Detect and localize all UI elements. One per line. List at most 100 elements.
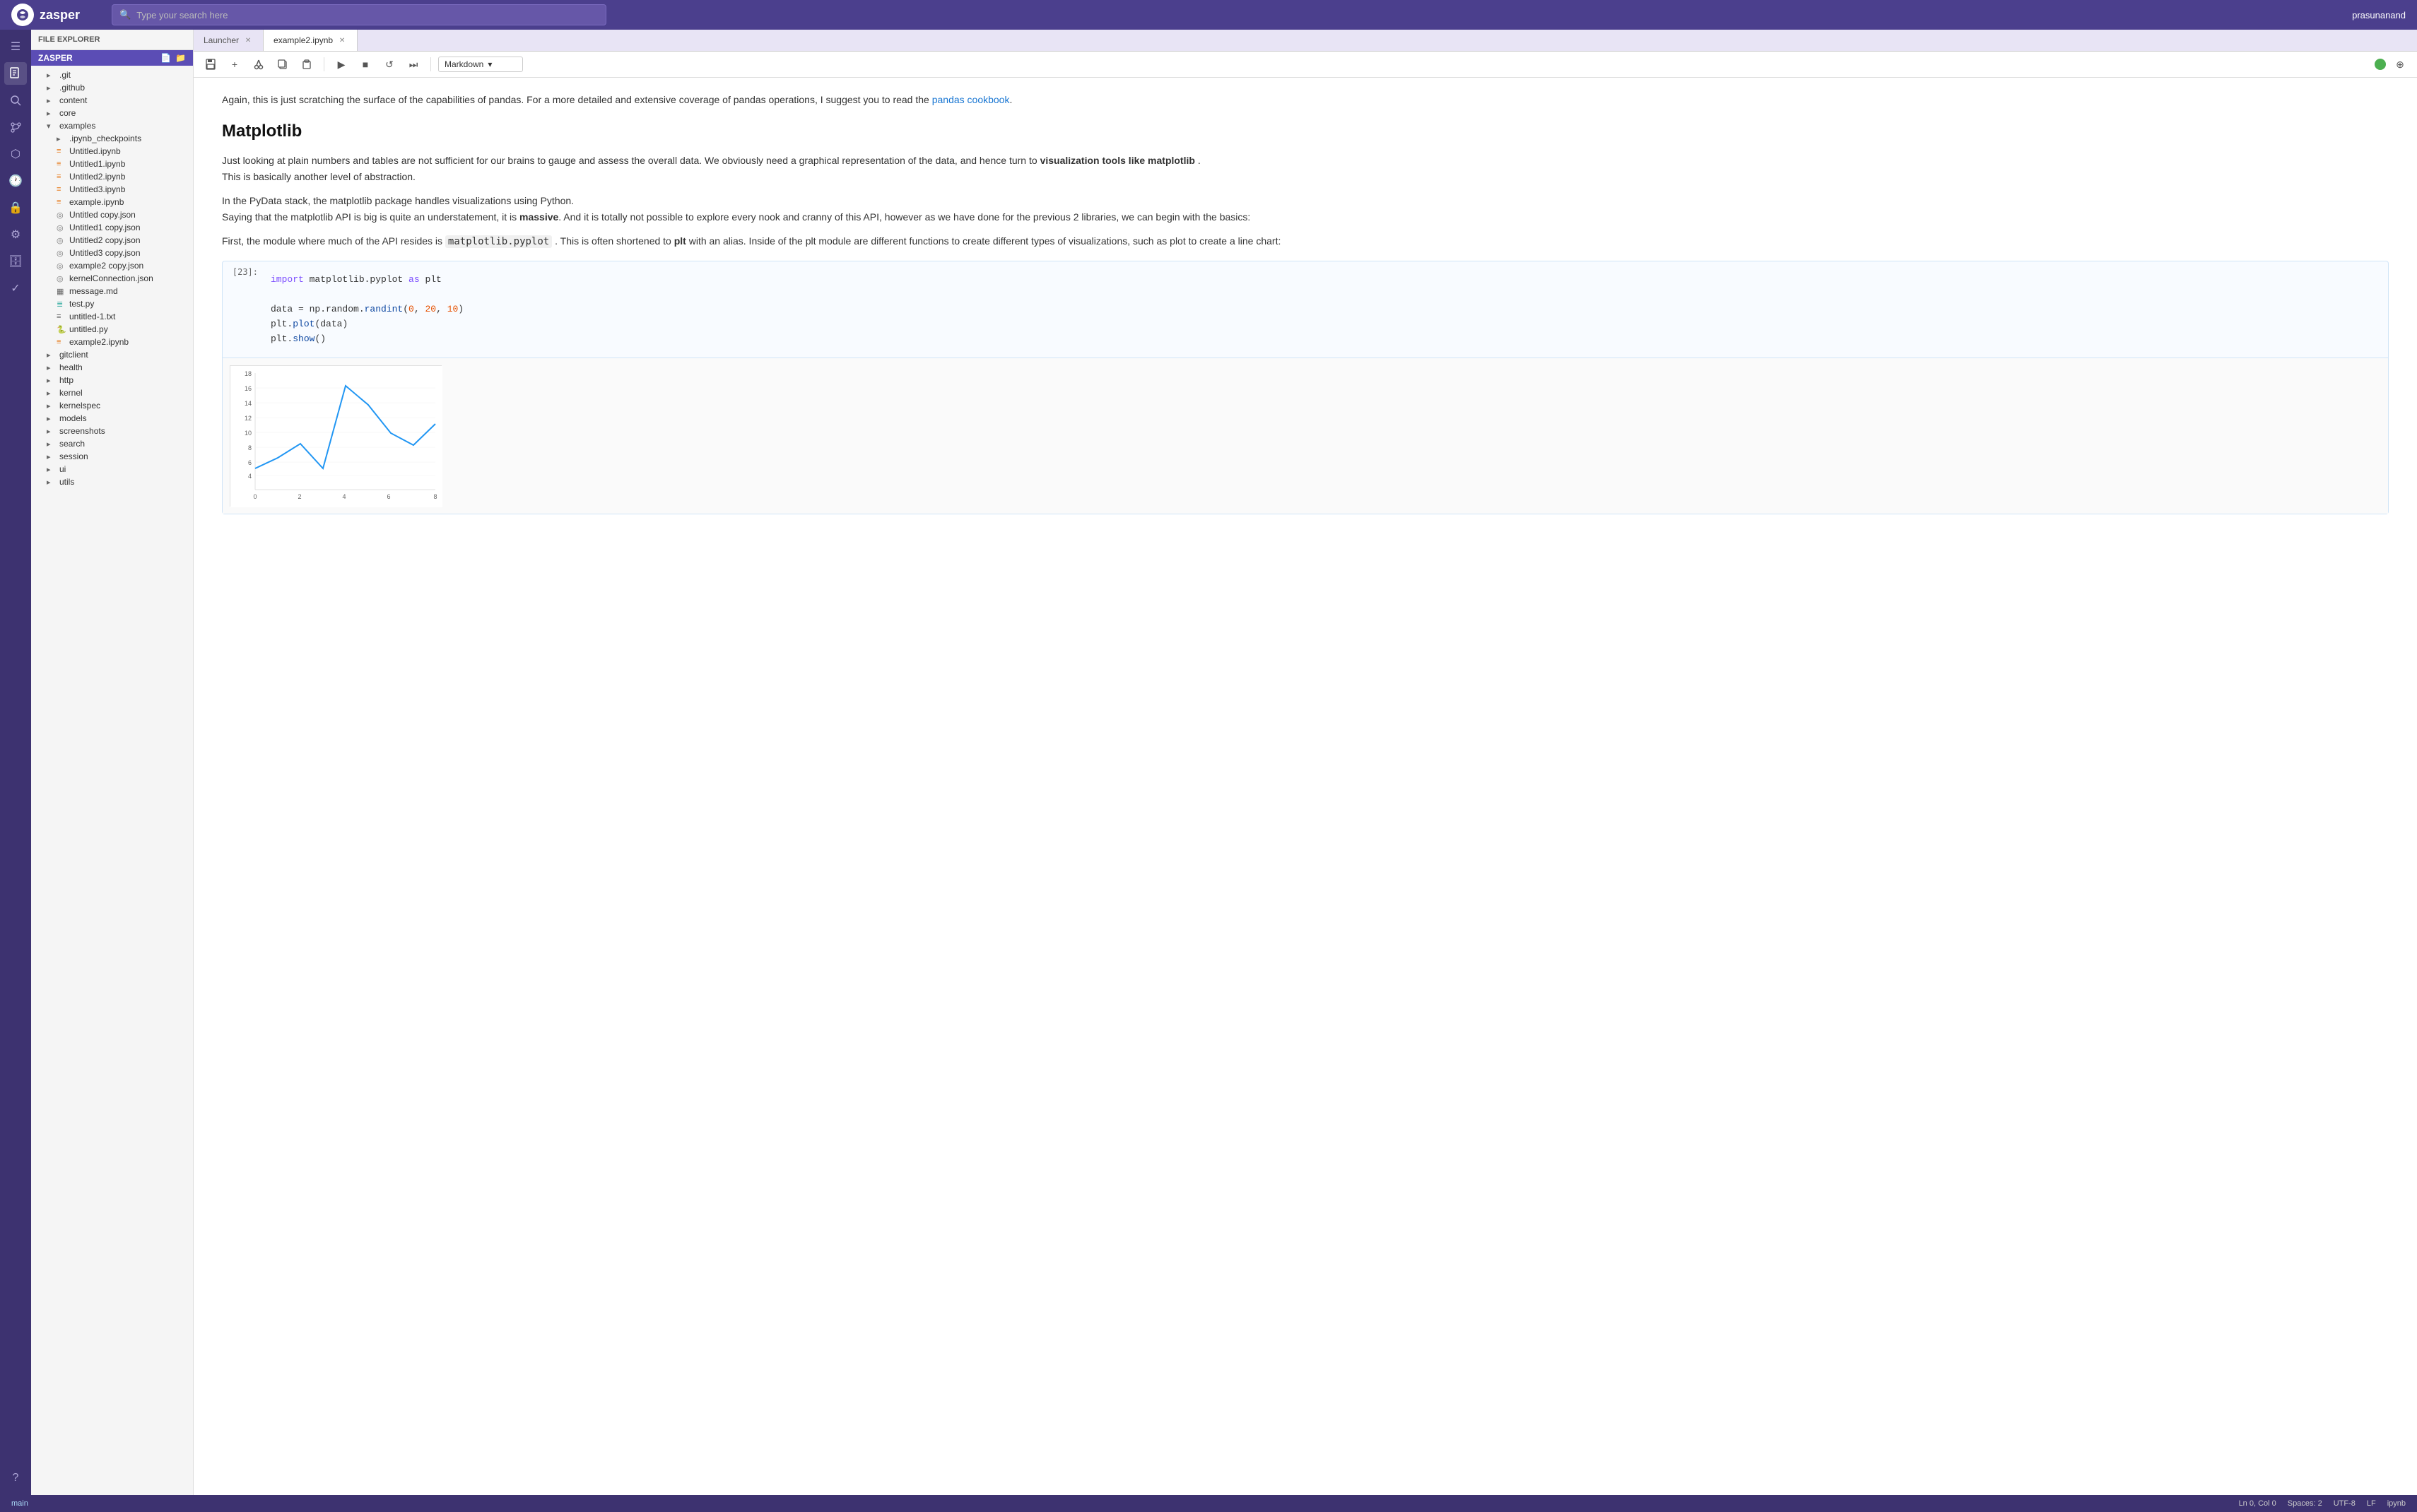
matplotlib-chart: 18 16 14 12 10 8 6 4 0 2 4 6: [230, 365, 442, 507]
fe-item-example2-ipynb[interactable]: ≡example2.ipynb: [31, 336, 193, 348]
svg-text:2: 2: [298, 493, 301, 500]
fe-item-untitled[interactable]: ≡Untitled.ipynb: [31, 145, 193, 158]
sidebar-help-icon[interactable]: ?: [4, 1467, 27, 1489]
sidebar-lock-icon[interactable]: 🔒: [4, 196, 27, 219]
sidebar-extensions-icon[interactable]: ⬡: [4, 143, 27, 165]
fe-item-github[interactable]: ▸.github: [31, 81, 193, 94]
fe-item-gitclient[interactable]: ▸gitclient: [31, 348, 193, 361]
fe-item-kernel[interactable]: ▸kernel: [31, 386, 193, 399]
statusbar-line-ending: LF: [2367, 1499, 2376, 1508]
cut-button[interactable]: [249, 54, 269, 74]
tab-example2[interactable]: example2.ipynb ✕: [264, 30, 358, 51]
fe-item-untitled3[interactable]: ≡Untitled3.ipynb: [31, 183, 193, 196]
para2: In the PyData stack, the matplotlib pack…: [222, 193, 2389, 225]
plt-inline: plt: [674, 235, 686, 247]
matplotlib-heading: Matplotlib: [222, 122, 2389, 141]
code-cell-23[interactable]: [23]: import matplotlib.pyplot as plt da…: [222, 261, 2389, 514]
save-button[interactable]: [201, 54, 220, 74]
fe-item-untitled2[interactable]: ≡Untitled2.ipynb: [31, 170, 193, 183]
fe-item-ui[interactable]: ▸ui: [31, 463, 193, 476]
search-bar[interactable]: 🔍 Type your search here: [112, 4, 606, 25]
fe-zasper-row[interactable]: ZASPER 📄 📁: [31, 50, 193, 66]
svg-text:16: 16: [245, 385, 252, 392]
paste-button[interactable]: [297, 54, 317, 74]
fe-item-untitled1-copy-json[interactable]: ◎Untitled1 copy.json: [31, 221, 193, 234]
svg-text:0: 0: [253, 493, 257, 500]
dropdown-chevron: ▾: [488, 59, 492, 69]
svg-text:4: 4: [248, 473, 252, 480]
more-options-button[interactable]: ⊕: [2390, 54, 2410, 74]
svg-text:4: 4: [342, 493, 346, 500]
fe-icon-new-folder[interactable]: 📁: [175, 53, 186, 63]
fe-header: FILE EXPLORER: [31, 30, 193, 50]
tab-launcher[interactable]: Launcher ✕: [194, 30, 264, 51]
fe-item-core[interactable]: ▸core: [31, 107, 193, 119]
fast-forward-button[interactable]: ⏭: [404, 54, 423, 74]
fe-item-models[interactable]: ▸models: [31, 412, 193, 425]
fe-item-test-py[interactable]: ≣test.py: [31, 297, 193, 310]
sidebar-search-icon[interactable]: [4, 89, 27, 112]
topbar: zasper 🔍 Type your search here prasunana…: [0, 0, 2417, 30]
cell-type-dropdown[interactable]: Markdown ▾: [438, 57, 523, 72]
fe-item-content[interactable]: ▸content: [31, 94, 193, 107]
copy-button[interactable]: [273, 54, 293, 74]
svg-text:10: 10: [245, 430, 252, 437]
kernel-status-dot: [2375, 59, 2386, 70]
pandas-cookbook-link[interactable]: pandas cookbook: [932, 94, 1010, 105]
fe-item-kernelspec[interactable]: ▸kernelspec: [31, 399, 193, 412]
statusbar-cursor: Ln 0, Col 0: [2239, 1499, 2276, 1508]
fe-item-example2-copy-json[interactable]: ◎example2 copy.json: [31, 259, 193, 272]
tabs-bar: Launcher ✕ example2.ipynb ✕: [194, 30, 2417, 52]
sidebar-settings-icon[interactable]: ⚙: [4, 223, 27, 246]
svg-text:8: 8: [433, 493, 437, 500]
fe-item-untitled3-copy-json[interactable]: ◎Untitled3 copy.json: [31, 247, 193, 259]
fe-item-utils[interactable]: ▸utils: [31, 476, 193, 488]
fe-item-examples[interactable]: ▾examples: [31, 119, 193, 132]
pyplot-code-inline: matplotlib.pyplot: [445, 235, 552, 248]
fe-icon-new-file[interactable]: 📄: [160, 53, 171, 63]
fe-item-git[interactable]: ▸.git: [31, 69, 193, 81]
fe-item-http[interactable]: ▸http: [31, 374, 193, 386]
statusbar: main Ln 0, Col 0 Spaces: 2 UTF-8 LF ipyn…: [0, 1495, 2417, 1512]
run-button[interactable]: ▶: [331, 54, 351, 74]
fe-item-health[interactable]: ▸health: [31, 361, 193, 374]
toolbar-sep2: [430, 57, 431, 71]
tab-example2-close[interactable]: ✕: [337, 35, 347, 45]
sidebar-menu-icon[interactable]: ☰: [4, 35, 27, 58]
svg-text:18: 18: [245, 370, 252, 377]
fe-item-untitled-py[interactable]: 🐍untitled.py: [31, 323, 193, 336]
fe-item-search[interactable]: ▸search: [31, 437, 193, 450]
search-icon: 🔍: [119, 9, 131, 20]
stop-button[interactable]: ■: [355, 54, 375, 74]
sidebar-files-icon[interactable]: [4, 62, 27, 85]
fe-item-example[interactable]: ≡example.ipynb: [31, 196, 193, 208]
fe-item-untitled-copy-json[interactable]: ◎Untitled copy.json: [31, 208, 193, 221]
user-label: prasunanand: [2352, 10, 2406, 20]
sidebar-git-icon[interactable]: [4, 116, 27, 138]
fe-item-kernelconnection-json[interactable]: ◎kernelConnection.json: [31, 272, 193, 285]
intro-paragraph: Again, this is just scratching the surfa…: [222, 92, 2389, 107]
add-cell-button[interactable]: +: [225, 54, 245, 74]
logo-icon: [11, 4, 34, 26]
logo: zasper: [11, 4, 103, 26]
svg-text:6: 6: [387, 493, 390, 500]
tab-launcher-close[interactable]: ✕: [243, 35, 253, 45]
cell-output: 18 16 14 12 10 8 6 4 0 2 4 6: [223, 358, 2388, 514]
fe-item-screenshots[interactable]: ▸screenshots: [31, 425, 193, 437]
fe-item-untitled2-copy-json[interactable]: ◎Untitled2 copy.json: [31, 234, 193, 247]
statusbar-encoding: UTF-8: [2334, 1499, 2356, 1508]
cell-code[interactable]: import matplotlib.pyplot as plt data = n…: [265, 267, 2388, 352]
fe-item-ipynb-checkpoints[interactable]: ▸.ipynb_checkpoints: [31, 132, 193, 145]
statusbar-filetype: ipynb: [2387, 1499, 2406, 1508]
sidebar-database-icon[interactable]: 🗄: [4, 250, 27, 273]
fe-tree: ▸.git ▸.github ▸content ▸core ▾examples …: [31, 66, 193, 1495]
fe-item-untitled-txt[interactable]: ≡untitled-1.txt: [31, 310, 193, 323]
sidebar-clock-icon[interactable]: 🕐: [4, 170, 27, 192]
fe-zasper-icons: 📄 📁: [160, 53, 186, 63]
restart-button[interactable]: ↺: [380, 54, 399, 74]
fe-item-untitled1[interactable]: ≡Untitled1.ipynb: [31, 158, 193, 170]
fe-item-message-md[interactable]: ▦message.md: [31, 285, 193, 297]
sidebar-check-icon[interactable]: ✓: [4, 277, 27, 300]
cell-header: [23]: import matplotlib.pyplot as plt da…: [223, 261, 2388, 358]
fe-item-session[interactable]: ▸session: [31, 450, 193, 463]
